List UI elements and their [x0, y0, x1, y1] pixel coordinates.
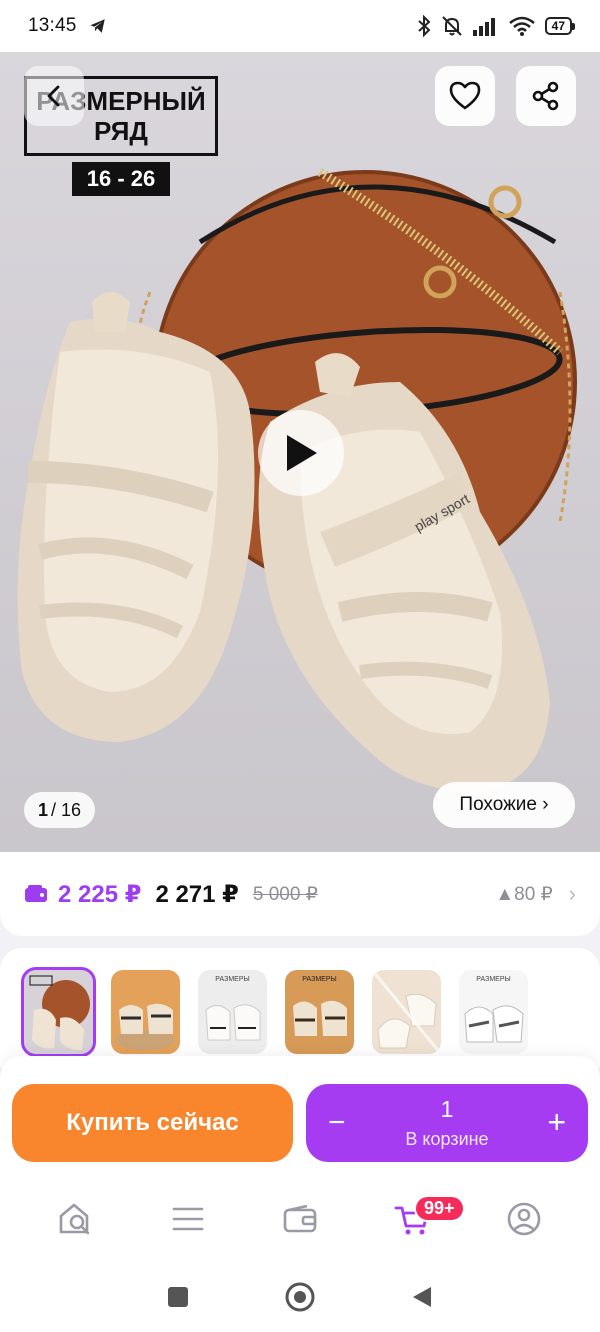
profile-icon — [507, 1202, 541, 1236]
thumbnail-strip: РАЗМЕРЫ РАЗМЕРЫ РАЗМЕРЫ — [0, 948, 600, 1068]
thumbnail[interactable] — [21, 967, 96, 1057]
thumbnail[interactable]: РАЗМЕРЫ — [285, 970, 354, 1054]
size-range-label: 16 - 26 — [72, 162, 170, 196]
status-time: 13:45 — [28, 15, 77, 36]
wifi-icon — [508, 16, 535, 36]
chevron-left-icon — [47, 85, 60, 107]
cart-count-badge: 99+ — [414, 1195, 465, 1222]
bottom-navigation: 99+ — [0, 1176, 600, 1262]
wallet-nav-icon — [283, 1205, 317, 1233]
thumbnail[interactable]: РАЗМЕРЫ — [459, 970, 528, 1054]
heart-icon — [449, 81, 481, 110]
main-price: 2 271 ₽ — [155, 880, 239, 908]
recent-apps-icon[interactable] — [167, 1286, 189, 1308]
mute-bell-icon — [441, 16, 462, 36]
back-triangle-icon[interactable] — [411, 1285, 433, 1309]
nav-cart[interactable]: 99+ — [382, 1189, 465, 1249]
old-price: 5 000 ₽ — [252, 883, 318, 905]
back-button[interactable] — [24, 66, 84, 126]
play-video-button[interactable] — [258, 410, 344, 496]
thumbnail-label: РАЗМЕРЫ — [215, 976, 250, 983]
system-navigation — [0, 1262, 600, 1332]
price-bar[interactable]: 2 225 ₽ 2 271 ₽ 5 000 ₽ ▲80 ₽ › — [0, 852, 600, 936]
wallet-icon — [25, 885, 47, 902]
favorite-button[interactable] — [435, 66, 495, 126]
nav-profile[interactable] — [494, 1189, 554, 1249]
buy-now-button[interactable]: Купить сейчас — [12, 1084, 293, 1162]
in-cart-label: В корзине — [405, 1129, 489, 1149]
counter-current: 1 — [38, 799, 49, 820]
price-change: ▲80 ₽ — [495, 883, 553, 905]
share-icon — [532, 81, 559, 111]
thumbnail-image — [115, 1003, 175, 1050]
signal-icon — [472, 18, 495, 36]
size-badge-line2: РЯД — [94, 116, 148, 146]
increase-quantity-button[interactable]: + — [547, 1104, 566, 1141]
product-gallery[interactable]: play sport РАЗМЕРНЫЙ РЯД 16 - 26 1 / 16 … — [0, 52, 600, 852]
thumbnail-image — [372, 970, 441, 1054]
nav-catalog[interactable] — [158, 1189, 218, 1249]
nav-wallet[interactable] — [270, 1189, 330, 1249]
thumbnail[interactable] — [111, 970, 180, 1054]
thumbnail[interactable] — [372, 970, 441, 1054]
chevron-right-icon: › — [568, 881, 576, 906]
thumbnail-image — [29, 975, 90, 1050]
bluetooth-icon — [417, 15, 431, 37]
home-search-icon — [59, 1203, 90, 1235]
nav-home-search[interactable] — [46, 1189, 106, 1249]
cart-quantity-control: − 1 В корзине + — [306, 1084, 588, 1162]
share-button[interactable] — [516, 66, 576, 126]
status-bar: 13:45 47 — [0, 0, 600, 52]
cart-quantity: 1 — [440, 1096, 454, 1122]
image-counter: 1 / 16 — [24, 792, 96, 828]
telegram-icon — [90, 19, 105, 33]
wallet-price: 2 225 ₽ — [58, 880, 142, 908]
thumbnail[interactable]: РАЗМЕРЫ — [198, 970, 267, 1054]
counter-total: / 16 — [51, 799, 82, 820]
home-icon[interactable] — [285, 1282, 315, 1312]
thumbnail-label: РАЗМЕРЫ — [476, 976, 511, 983]
purchase-bar: Купить сейчас − 1 В корзине + — [0, 1056, 600, 1176]
similar-button[interactable]: Похожие › — [433, 782, 575, 828]
play-icon — [287, 435, 317, 471]
thumbnail-label: РАЗМЕРЫ — [302, 976, 337, 983]
battery-indicator: 47 — [544, 17, 576, 35]
menu-icon — [172, 1207, 204, 1231]
